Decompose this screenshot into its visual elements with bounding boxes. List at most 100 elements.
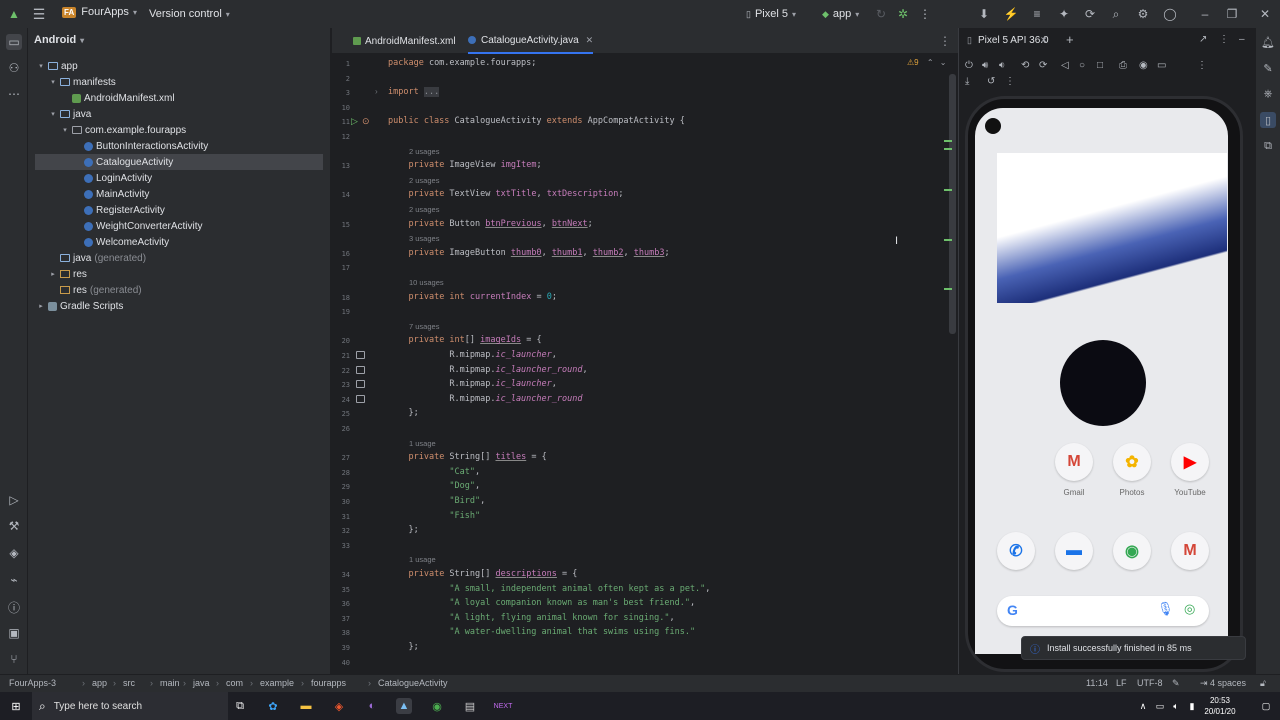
mic-icon[interactable]: 🎙︎ (1157, 601, 1174, 617)
warnings-indicator[interactable]: ⚠9 ⌃ ⌄ (907, 58, 947, 67)
problems-icon[interactable]: ⓘ (6, 599, 22, 615)
main-menu-icon[interactable]: ☰ (31, 6, 47, 22)
breadcrumb-item[interactable]: fourapps (311, 678, 346, 688)
more-tools-icon[interactable]: ⋯ (6, 86, 22, 102)
expand-arrow-icon[interactable]: ▾ (48, 78, 58, 86)
app-icon[interactable]: ◐ (364, 698, 380, 714)
more-icon[interactable]: ⋮ (917, 6, 933, 22)
device-selector[interactable]: ▯ Pixel 5 ▾ (746, 8, 796, 20)
dock-app-icon[interactable]: M (1171, 532, 1209, 570)
google-search-bar[interactable]: G 🎙︎ ◎ (997, 596, 1209, 626)
volume-icon[interactable]: 🔈︎ (1168, 698, 1184, 714)
back-icon[interactable]: ◁ (1061, 60, 1069, 71)
screenshot-icon[interactable]: ⎙ (1119, 60, 1127, 71)
panel-options-icon[interactable]: ⋮ (1219, 34, 1229, 45)
device-manager-icon[interactable]: ⧉ (1260, 138, 1276, 154)
clock[interactable]: 20:53 20/01/20 (1200, 695, 1240, 717)
overview-icon[interactable]: □ (1097, 60, 1103, 71)
image-resource-icon[interactable] (356, 380, 365, 389)
project-switcher[interactable]: FA FourApps ▾ (62, 6, 137, 18)
tree-item[interactable]: res (generated) (28, 282, 323, 298)
resource-manager-icon[interactable]: ⚇ (6, 60, 22, 76)
file-encoding[interactable]: UTF-8 (1137, 678, 1163, 688)
breadcrumb-item[interactable]: CatalogueActivity (378, 678, 448, 688)
run-tool-icon[interactable]: ▷ (6, 492, 22, 508)
install-notification[interactable]: ⓘ Install successfully finished in 85 ms (1021, 636, 1246, 660)
build-tool-icon[interactable]: ⚒ (6, 518, 22, 534)
editor-scrollbar[interactable] (949, 74, 956, 334)
expand-arrow-icon[interactable]: ▾ (60, 126, 70, 134)
youtube-app-icon[interactable]: ▶ (1171, 443, 1209, 481)
brave-icon[interactable]: ◈ (331, 698, 347, 714)
tree-item[interactable]: ▸ res (28, 266, 323, 282)
run-icon[interactable]: ↻ (873, 6, 889, 22)
settings-icon[interactable]: ⚙ (1135, 6, 1151, 22)
download-icon[interactable]: ⤓ (965, 76, 969, 87)
breadcrumb-item[interactable]: com (226, 678, 243, 688)
notifications-icon[interactable]: 🔔︎ (1260, 34, 1276, 50)
account-icon[interactable]: ◯ (1162, 6, 1178, 22)
close-icon[interactable]: ✕ (1257, 6, 1273, 22)
more-icon[interactable]: ⋮ (1005, 76, 1015, 87)
file-explorer-icon[interactable]: ▬ (298, 698, 314, 714)
gradle-tool-icon[interactable]: ⎈ (1260, 86, 1276, 102)
tree-item[interactable]: CatalogueActivity (35, 154, 323, 170)
usage-hint[interactable]: 1 usage (409, 555, 436, 564)
taskbar-search[interactable]: ⌕ Type here to search (32, 692, 228, 720)
open-external-icon[interactable]: ↗ (1199, 34, 1207, 45)
usage-hint[interactable]: 2 usages (409, 147, 439, 156)
app-quality-icon[interactable]: ◈ (6, 545, 22, 561)
structure-icon[interactable]: ≡ (1029, 6, 1045, 22)
edit-icon[interactable]: ✎ (1172, 678, 1180, 689)
breadcrumb-item[interactable]: src (123, 678, 135, 688)
search-icon[interactable]: ⌕ (1108, 6, 1124, 22)
tree-item[interactable]: ▾ app (28, 58, 323, 74)
breadcrumb-item[interactable]: java (193, 678, 210, 688)
chrome-icon[interactable]: ◉ (429, 698, 445, 714)
launcher-app-icon[interactable] (1060, 340, 1146, 426)
phone-screen[interactable]: G 🎙︎ ◎ M Gmail ✿ Photos ▶ YouTube ✆ ▬ ◉ M (975, 108, 1228, 654)
tree-item[interactable]: ▾ com.example.fourapps (28, 122, 323, 138)
history-icon[interactable]: ↺ (987, 76, 995, 87)
photos-app-icon[interactable]: ✿ (1113, 443, 1151, 481)
expand-arrow-icon[interactable]: ▸ (36, 302, 46, 310)
image-resource-icon[interactable] (356, 365, 365, 374)
tree-item[interactable]: LoginActivity (28, 170, 323, 186)
rotate-right-icon[interactable]: ⟳ (1039, 60, 1047, 71)
running-devices-icon[interactable]: ▯ (1260, 112, 1276, 128)
tree-item[interactable]: ▾ java (28, 106, 323, 122)
avd-manager-icon[interactable]: ⚡ (1003, 6, 1019, 22)
version-control-icon[interactable]: ⑂ (6, 651, 22, 667)
tree-item[interactable]: java (generated) (28, 250, 323, 266)
hide-panel-icon[interactable]: – (1239, 34, 1245, 45)
tree-item[interactable]: ButtonInteractionsActivity (28, 138, 323, 154)
debug-icon[interactable]: ✲ (895, 6, 911, 22)
line-separator[interactable]: LF (1116, 678, 1127, 688)
logcat-icon[interactable]: ⌁ (6, 572, 22, 588)
windows-start-icon[interactable]: ⊞ (8, 698, 24, 714)
usage-hint[interactable]: 1 usage (409, 439, 436, 448)
code-editor[interactable]: 1 package com.example.fourapps; 2 3 import .… (332, 54, 958, 674)
close-tab-icon[interactable]: ✕ (1040, 35, 1048, 46)
chevron-up-icon[interactable]: ⌃ (927, 58, 934, 67)
home-icon[interactable]: ○ (1079, 60, 1085, 71)
task-view-icon[interactable]: ⧉ (232, 698, 248, 714)
tree-item[interactable]: WeightConverterActivity (28, 218, 323, 234)
breadcrumb-item[interactable]: example (260, 678, 294, 688)
breadcrumb-item[interactable]: FourApps-3 (9, 678, 56, 688)
tree-item[interactable]: ▾ manifests (28, 74, 323, 90)
usage-hint[interactable]: 2 usages (409, 205, 439, 214)
plugins-icon[interactable]: ✦ (1056, 6, 1072, 22)
image-resource-icon[interactable] (356, 351, 365, 359)
rotate-left-icon[interactable]: ⟲ (1021, 60, 1029, 71)
usage-hint[interactable]: 2 usages (409, 176, 439, 185)
volume-up-icon[interactable]: 🔊︎ (982, 60, 988, 71)
override-gutter-icon[interactable]: ⊙ (362, 116, 370, 127)
run-gutter-icon[interactable]: ▷ (351, 116, 358, 127)
project-view-selector[interactable]: Android ▾ (34, 34, 84, 46)
add-device-icon[interactable]: + (1066, 32, 1074, 47)
breadcrumb-item[interactable]: main (160, 678, 180, 688)
record-icon[interactable]: ▭ (1157, 60, 1166, 71)
expand-arrow-icon[interactable]: ▸ (48, 270, 58, 278)
tab-options-icon[interactable]: ⋮ (939, 34, 951, 48)
